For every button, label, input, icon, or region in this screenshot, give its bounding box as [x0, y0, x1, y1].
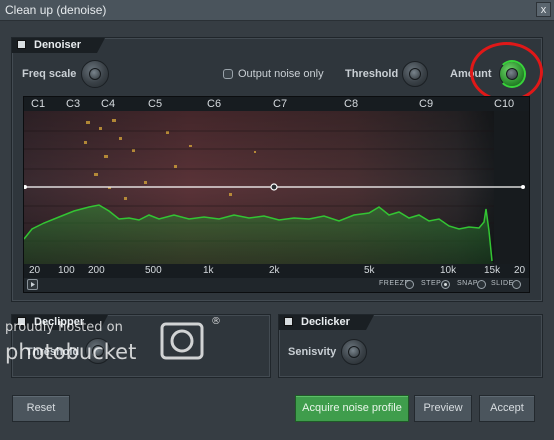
freq-label: 20 — [514, 265, 526, 276]
freq-label: 100 — [58, 265, 75, 276]
freq-label: 1k — [203, 265, 214, 276]
note-label: C3 — [66, 98, 81, 110]
play-button[interactable] — [27, 279, 38, 290]
highlight-circle — [470, 42, 543, 102]
close-button[interactable]: x — [536, 2, 551, 17]
note-label: C9 — [419, 98, 434, 110]
window-title: Clean up (denoise) — [5, 3, 107, 17]
knob-center — [89, 68, 101, 80]
threshold-label: Threshold — [345, 68, 399, 80]
title-bar: Clean up (denoise) x — [0, 0, 554, 21]
spectrum-toolbar: FREEZE STEP SNAP SLIDE — [24, 278, 529, 292]
note-label: C1 — [31, 98, 46, 110]
spectrogram-display — [24, 111, 529, 264]
freq-label: 10k — [440, 265, 457, 276]
close-icon: x — [540, 4, 547, 16]
threshold-handle-center — [270, 183, 278, 191]
knob-center — [409, 68, 421, 80]
freq-label: 2k — [269, 265, 280, 276]
sensitivity-label: Senisvity — [288, 346, 337, 358]
tab-corner — [97, 38, 106, 53]
freq-label: 20 — [29, 265, 41, 276]
freq-scale-label: Freq scale — [22, 68, 77, 80]
slide-toggle[interactable] — [512, 280, 521, 289]
tab-corner — [365, 315, 374, 330]
note-label: C7 — [273, 98, 288, 110]
note-label: C6 — [207, 98, 222, 110]
photobucket-watermark: proudly hosted on photobucket ® — [5, 316, 230, 376]
photobucket-logo-icon — [160, 322, 204, 360]
declicker-tab: Declicker — [279, 315, 374, 330]
watermark-line2: photobucket — [5, 340, 137, 364]
note-label: C8 — [344, 98, 359, 110]
slide-label: SLIDE — [491, 280, 514, 287]
watermark-registered-mark: ® — [211, 316, 221, 327]
watermark-line1: proudly hosted on — [5, 320, 123, 335]
freeze-toggle[interactable] — [405, 280, 414, 289]
note-label: C4 — [101, 98, 116, 110]
freq-label: 15k — [484, 265, 501, 276]
declicker-section-label: Declicker — [301, 316, 350, 328]
output-noise-only-label: Output noise only — [238, 68, 324, 80]
freq-label: 200 — [88, 265, 105, 276]
threshold-knob[interactable] — [402, 61, 428, 87]
denoiser-section-label: Denoiser — [34, 39, 82, 51]
note-label: C10 — [494, 98, 515, 110]
frequency-axis: 20 100 200 500 1k 2k 5k 10k 15k 20 — [24, 264, 529, 278]
note-label: C5 — [148, 98, 163, 110]
step-toggle[interactable] — [441, 280, 450, 289]
spectrum-view[interactable]: C1 C3 C4 C5 C6 C7 C8 C9 C10 20 100 200 5… — [23, 96, 530, 293]
sensitivity-knob[interactable] — [341, 339, 367, 365]
preview-button[interactable]: Preview — [414, 395, 472, 422]
freq-scale-knob[interactable] — [81, 60, 109, 88]
freq-label: 5k — [364, 265, 375, 276]
denoiser-tab: Denoiser — [12, 38, 106, 53]
play-icon — [31, 282, 35, 287]
acquire-noise-profile-button[interactable]: Acquire noise profile — [295, 395, 409, 422]
step-label: STEP — [421, 280, 442, 287]
note-axis: C1 C3 C4 C5 C6 C7 C8 C9 C10 — [24, 97, 529, 111]
freq-label: 500 — [145, 265, 162, 276]
accept-button[interactable]: Accept — [479, 395, 535, 422]
denoiser-enable-checkbox[interactable] — [17, 40, 26, 49]
snap-toggle[interactable] — [477, 280, 486, 289]
snap-label: SNAP — [457, 280, 479, 287]
output-noise-only-checkbox[interactable] — [223, 69, 233, 79]
threshold-handle-right — [521, 185, 525, 189]
knob-center — [348, 346, 360, 358]
declicker-enable-checkbox[interactable] — [284, 317, 293, 326]
reset-button[interactable]: Reset — [12, 395, 70, 422]
